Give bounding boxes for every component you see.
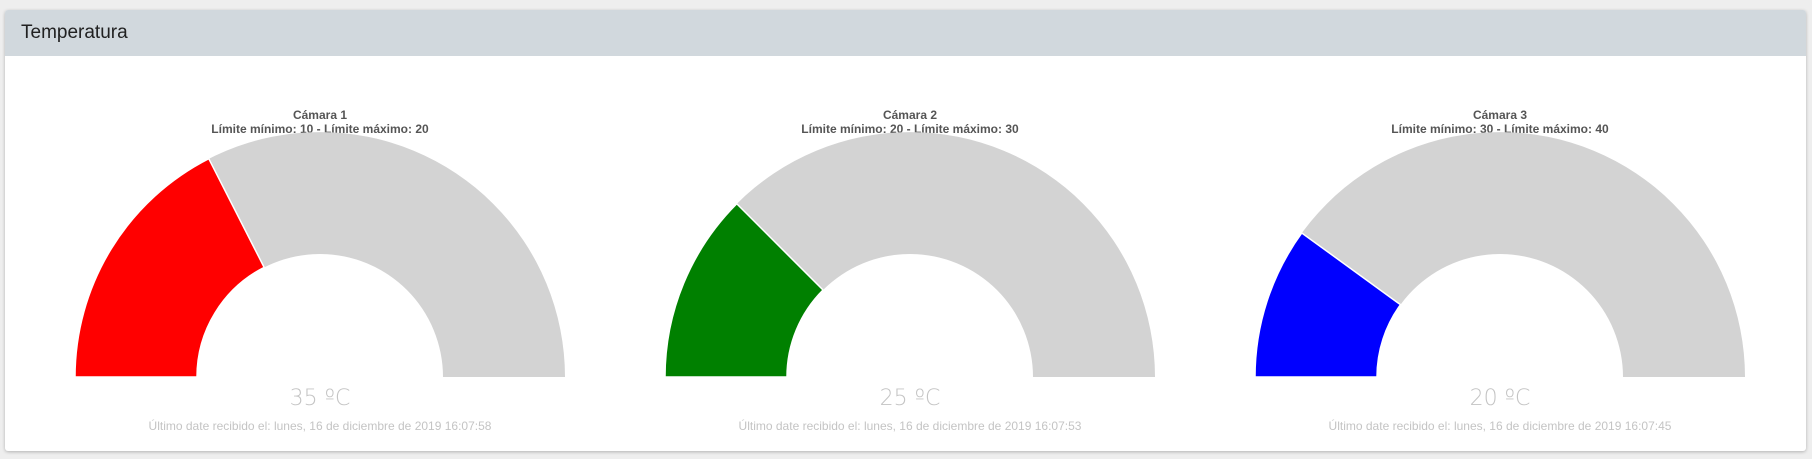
gauge-last-received: Último date recibido el: lunes, 16 de di… — [738, 419, 1082, 433]
gauge-last-received: Último date recibido el: lunes, 16 de di… — [148, 419, 492, 433]
gauge-camara-3: Cámara 3 Límite mínimo: 30 - Límite máxi… — [1205, 56, 1795, 451]
gauge-last-received: Último date recibido el: lunes, 16 de di… — [1328, 419, 1672, 433]
gauges-row: Cámara 1 Límite mínimo: 10 - Límite máxi… — [5, 56, 1806, 451]
gauge-camara-2: Cámara 2 Límite mínimo: 20 - Límite máxi… — [615, 56, 1205, 451]
panel-title: Temperatura — [21, 22, 128, 43]
gauge-value: 20 ºC — [1469, 386, 1531, 411]
gauge-value: 25 ºC — [879, 386, 941, 411]
panel-header: Temperatura — [5, 10, 1806, 56]
temperature-panel: Temperatura Cámara 1 Límite mínimo: 10 -… — [5, 10, 1806, 451]
gauge-value: 35 ºC — [289, 386, 351, 411]
gauge-camara-1: Cámara 1 Límite mínimo: 10 - Límite máxi… — [25, 56, 615, 451]
